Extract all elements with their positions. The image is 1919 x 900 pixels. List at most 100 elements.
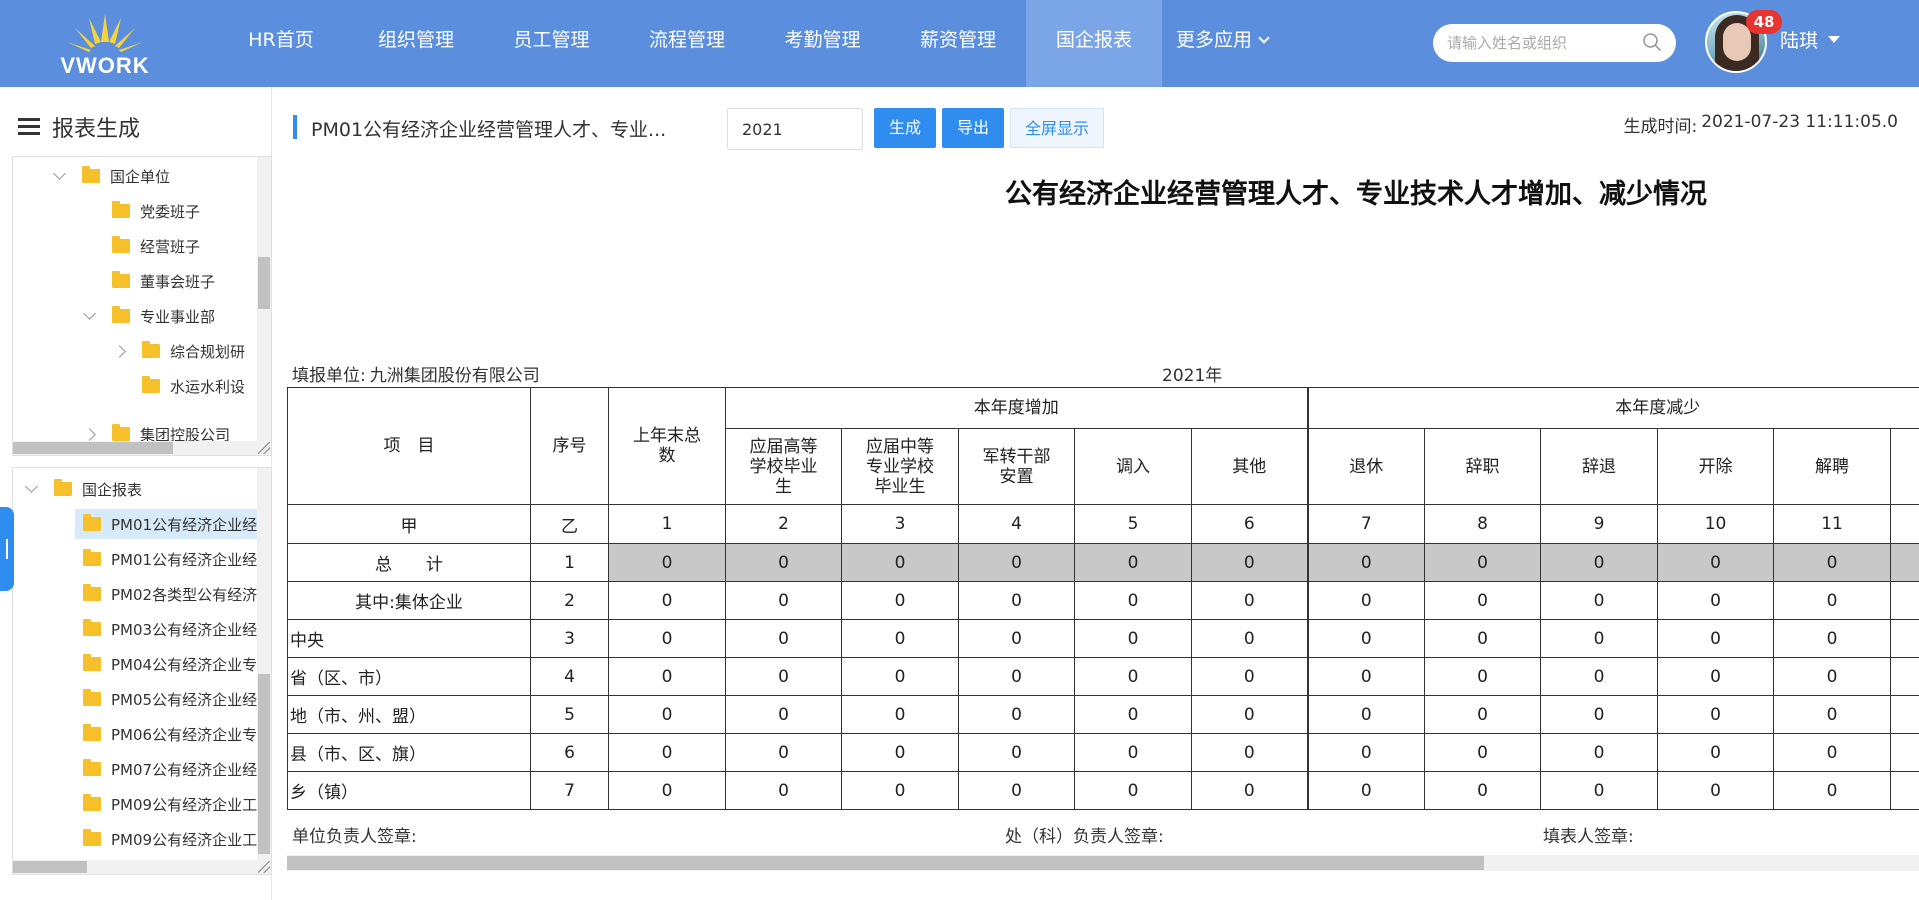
sidebar-title-text: 报表生成 <box>52 117 141 142</box>
tree-node-report-pm09-a[interactable]: PM09公有经济企业工 <box>83 789 257 819</box>
folder-icon <box>83 549 101 566</box>
header-vocational-graduates: 应届中等专业学校毕业生 <box>841 428 959 505</box>
tree-node-report-pm01-a[interactable]: PM01公有经济企业经 <box>75 509 269 539</box>
row-item: 总 计 <box>287 543 531 582</box>
generated-time: 生成时间: 2021-07-23 11:11:05.0 <box>1623 112 1898 137</box>
report-table: 项 目 序号 上年末总数 本年度增加 本年度减少 应届高等学校毕业生 应届中等专… <box>287 387 1919 810</box>
row-seq: 6 <box>530 733 609 772</box>
row-value: 0 <box>1540 733 1659 772</box>
tree-node-report-pm06[interactable]: PM06公有经济企业专 <box>83 719 257 749</box>
header-dismiss: 辞退 <box>1540 428 1659 505</box>
nav-org-management[interactable]: 组织管理 <box>348 0 484 87</box>
nav-hr-home[interactable]: HR首页 <box>214 0 348 87</box>
folder-icon <box>142 376 160 393</box>
header-last-year-total: 上年末总数 <box>608 387 726 505</box>
tree-node-business-division[interactable]: 专业事业部 <box>83 301 215 331</box>
tree-node-report-pm09-b[interactable]: PM09公有经济企业工 <box>83 824 257 854</box>
resize-grip-icon[interactable] <box>258 442 270 454</box>
vwork-logo[interactable]: VWORK <box>55 8 155 78</box>
row-value: 0 <box>1773 543 1892 582</box>
year-input[interactable] <box>727 108 863 150</box>
nav-attendance-management[interactable]: 考勤管理 <box>755 0 890 87</box>
notification-badge[interactable]: 48 <box>1746 10 1782 34</box>
expand-arrow-icon[interactable] <box>83 307 96 320</box>
row-value: 0 <box>1540 619 1659 658</box>
header-item: 项 目 <box>287 387 531 505</box>
row-item: 省（区、市） <box>287 657 531 696</box>
report-tree-horizontal-scrollbar[interactable] <box>13 860 271 874</box>
logo-text: VWORK <box>60 53 150 78</box>
caret-down-icon <box>1828 36 1841 43</box>
row-value: 0 <box>1190 581 1309 620</box>
header-decrease-group: 本年度减少 <box>1306 387 1919 429</box>
row-value: 0 <box>1424 619 1542 658</box>
nav-payroll-management[interactable]: 薪资管理 <box>890 0 1026 87</box>
row-value: 0 <box>608 619 726 658</box>
search-icon[interactable] <box>1642 32 1662 52</box>
sidebar-collapse-handle[interactable] <box>0 507 14 591</box>
tree-node-planning-institute[interactable]: 综合规划研 <box>113 336 245 366</box>
report-name: PM01公有经济企业经营管理人才、专业... <box>311 119 667 141</box>
search-box <box>1433 24 1676 62</box>
expand-arrow-icon[interactable] <box>53 167 66 180</box>
top-navigation-bar: VWORK HR首页 组织管理 员工管理 流程管理 考勤管理 薪资管理 国企报表… <box>0 0 1919 87</box>
org-tree-horizontal-scrollbar[interactable] <box>13 441 271 455</box>
row-value: 0 <box>958 657 1075 696</box>
row-item: 乡（镇） <box>287 771 531 810</box>
report-title: 公有经济企业经营管理人才、专业技术人才增加、减少情况 <box>1005 179 1707 210</box>
fill-unit: 填报单位: 九洲集团股份有限公司 <box>292 366 540 386</box>
sidebar-title: 报表生成 <box>18 111 140 143</box>
nav-soe-reports[interactable]: 国企报表 <box>1026 0 1162 87</box>
export-button[interactable]: 导出 <box>942 108 1004 148</box>
expand-arrow-icon[interactable] <box>25 480 38 493</box>
row-value: 0 <box>1540 543 1659 582</box>
row-value: 0 <box>841 581 959 620</box>
row-value: 0 <box>841 733 959 772</box>
tree-node-party-committee[interactable]: 党委班子 <box>112 196 200 226</box>
folder-icon <box>83 759 101 776</box>
tree-node-report-pm02[interactable]: PM02各类型公有经济 <box>83 579 257 609</box>
generate-button[interactable]: 生成 <box>874 108 936 148</box>
row-value: 0 <box>1074 695 1192 734</box>
tree-node-board[interactable]: 董事会班子 <box>112 266 215 296</box>
row-value: 0 <box>725 543 842 582</box>
report-tree-vertical-scrollbar[interactable] <box>257 468 271 862</box>
header-college-graduates: 应届高等学校毕业生 <box>725 428 842 505</box>
tree-node-operating-team[interactable]: 经营班子 <box>112 231 200 261</box>
nav-workflow-management[interactable]: 流程管理 <box>619 0 755 87</box>
folder-icon <box>112 201 130 218</box>
row-value: 0 <box>725 619 842 658</box>
header-more <box>1890 428 1919 505</box>
fullscreen-button[interactable]: 全屏显示 <box>1010 108 1104 148</box>
row-value: 0 <box>1190 657 1309 696</box>
org-tree-vertical-scrollbar[interactable] <box>257 157 271 443</box>
collapse-arrow-icon[interactable] <box>83 427 96 441</box>
row-value: 0 <box>1074 657 1192 696</box>
tree-node-report-pm01-b[interactable]: PM01公有经济企业经 <box>83 544 257 574</box>
row-item: 地（市、州、盟） <box>287 695 531 734</box>
collapse-arrow-icon[interactable] <box>113 344 126 358</box>
folder-icon <box>112 271 130 288</box>
row-value: 0 <box>608 657 726 696</box>
nav-more-label: 更多应用 <box>1176 29 1253 51</box>
row-value: 0 <box>1306 581 1426 620</box>
row-value: 0 <box>608 733 726 772</box>
tree-node-soe-units[interactable]: 国企单位 <box>53 161 170 191</box>
tree-node-report-pm05[interactable]: PM05公有经济企业经 <box>83 684 257 714</box>
tree-node-report-pm07[interactable]: PM07公有经济企业经 <box>83 754 257 784</box>
row-value: 0 <box>725 733 842 772</box>
report-table-container[interactable]: 项 目 序号 上年末总数 本年度增加 本年度减少 应届高等学校毕业生 应届中等专… <box>287 387 1919 824</box>
tree-node-water-design[interactable]: 水运水利设 <box>142 371 245 401</box>
tree-node-report-pm04[interactable]: PM04公有经济企业专 <box>83 649 257 679</box>
table-horizontal-scrollbar[interactable] <box>287 855 1919 871</box>
search-input[interactable] <box>1447 34 1637 52</box>
row-value: 0 <box>958 771 1075 810</box>
row-seq: 4 <box>530 657 609 696</box>
nav-employee-management[interactable]: 员工管理 <box>484 0 619 87</box>
tree-node-report-pm03[interactable]: PM03公有经济企业经 <box>83 614 257 644</box>
nav-more-apps[interactable]: 更多应用 <box>1162 0 1270 80</box>
folder-icon <box>142 341 160 358</box>
resize-grip-icon[interactable] <box>258 861 270 873</box>
tree-node-soe-reports[interactable]: 国企报表 <box>25 474 142 504</box>
user-menu[interactable]: 陆琪 <box>1780 26 1841 53</box>
